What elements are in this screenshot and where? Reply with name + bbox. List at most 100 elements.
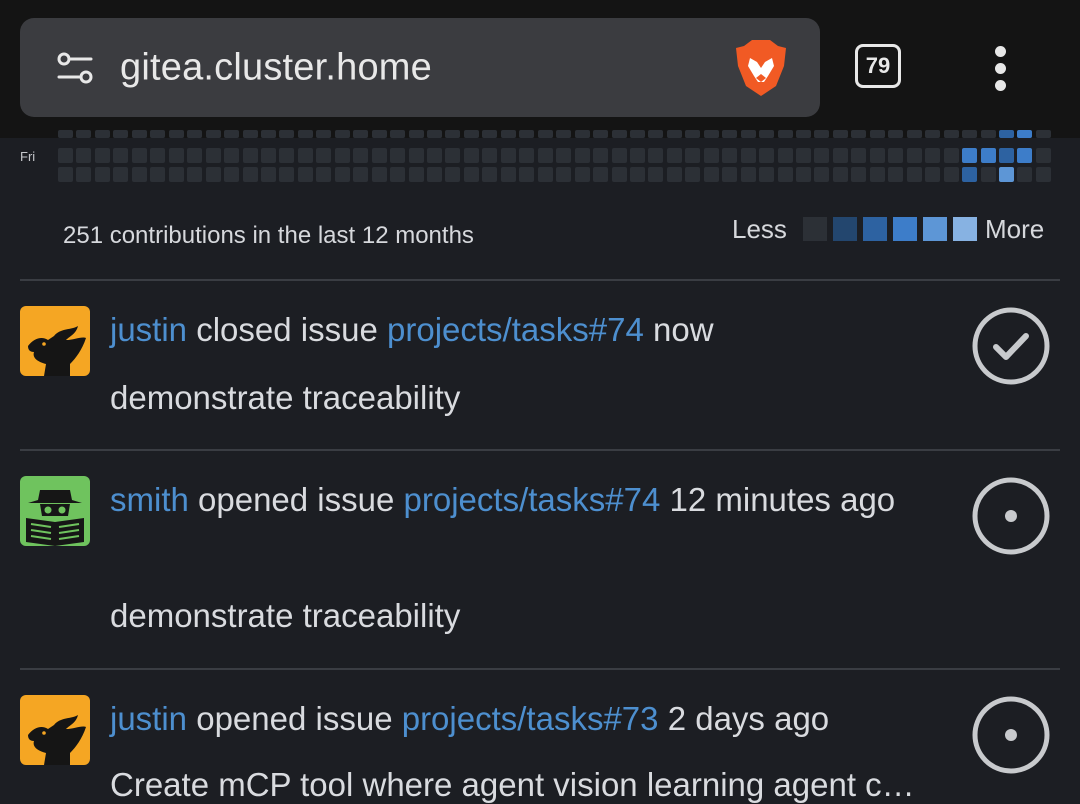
heatmap-cell[interactable] [297,148,313,163]
heatmap-cell[interactable] [796,148,811,163]
heatmap-cell[interactable] [131,148,147,163]
heatmap-cell[interactable] [408,130,424,138]
heatmap-cell[interactable] [76,167,92,182]
heatmap-cell[interactable] [814,130,830,138]
heatmap-cell[interactable] [796,167,811,182]
feed-issue-link[interactable]: projects/tasks#74 [387,311,644,348]
heatmap-cell[interactable] [777,130,793,138]
feed-user-link[interactable]: smith [110,481,189,518]
heatmap-cell[interactable] [888,167,904,182]
heatmap-cell[interactable] [316,167,332,182]
heatmap-cell[interactable] [574,167,590,182]
heatmap-cell[interactable] [906,130,922,138]
heatmap-cell[interactable] [1017,130,1033,138]
heatmap-cell[interactable] [1035,167,1051,182]
feed-item-description[interactable]: Create mCP tool where agent vision learn… [110,766,915,804]
heatmap-cell[interactable] [851,167,867,182]
heatmap-cell[interactable] [445,167,461,182]
heatmap-cell[interactable] [648,148,664,163]
heatmap-cell[interactable] [574,130,590,138]
heatmap-cell[interactable] [279,130,295,138]
heatmap-cell[interactable] [205,167,221,182]
heatmap-cell[interactable] [519,167,535,182]
heatmap-cell[interactable] [334,167,350,182]
heatmap-cell[interactable] [58,130,73,138]
heatmap-cell[interactable] [58,148,73,163]
heatmap-cell[interactable] [666,130,682,138]
heatmap-cell[interactable] [260,167,276,182]
user-avatar-smith[interactable] [20,476,90,546]
heatmap-cell[interactable] [150,167,166,182]
heatmap-cell[interactable] [629,130,645,138]
heatmap-cell[interactable] [869,130,885,138]
heatmap-cell[interactable] [463,167,479,182]
heatmap-cell[interactable] [980,167,996,182]
heatmap-cell[interactable] [408,148,424,163]
heatmap-cell[interactable] [925,148,941,163]
heatmap-cell[interactable] [832,148,848,163]
heatmap-cell[interactable] [851,130,867,138]
heatmap-cell[interactable] [1017,148,1033,163]
heatmap-cell[interactable] [980,130,996,138]
heatmap-cell[interactable] [427,130,442,138]
heatmap-cell[interactable] [76,148,92,163]
heatmap-cell[interactable] [260,148,276,163]
heatmap-cell[interactable] [445,148,461,163]
heatmap-cell[interactable] [888,130,904,138]
heatmap-cell[interactable] [759,167,775,182]
heatmap-cell[interactable] [962,167,978,182]
heatmap-cell[interactable] [685,167,701,182]
heatmap-cell[interactable] [851,148,867,163]
heatmap-cell[interactable] [648,167,664,182]
heatmap-cell[interactable] [1017,167,1033,182]
heatmap-cell[interactable] [94,130,110,138]
heatmap-cell[interactable] [648,130,664,138]
heatmap-cell[interactable] [131,167,147,182]
heatmap-cell[interactable] [334,130,350,138]
heatmap-cell[interactable] [187,130,203,138]
heatmap-cell[interactable] [187,148,203,163]
heatmap-cell[interactable] [740,130,756,138]
heatmap-cell[interactable] [113,167,129,182]
heatmap-cell[interactable] [242,148,258,163]
heatmap-cell[interactable] [279,167,295,182]
heatmap-cell[interactable] [500,167,516,182]
heatmap-cell[interactable] [832,167,848,182]
url-text[interactable]: gitea.cluster.home [120,47,432,90]
heatmap-cell[interactable] [777,167,793,182]
heatmap-cell[interactable] [998,130,1014,138]
heatmap-cell[interactable] [925,130,941,138]
heatmap-cell[interactable] [390,167,406,182]
heatmap-cell[interactable] [390,130,406,138]
heatmap-cell[interactable] [113,130,129,138]
heatmap-cell[interactable] [500,148,516,163]
heatmap-cell[interactable] [427,148,442,163]
heatmap-cell[interactable] [685,130,701,138]
heatmap-cell[interactable] [371,148,387,163]
heatmap-cell[interactable] [279,148,295,163]
heatmap-cell[interactable] [906,148,922,163]
heatmap-cell[interactable] [759,130,775,138]
heatmap-cell[interactable] [537,167,553,182]
heatmap-cell[interactable] [980,148,996,163]
heatmap-cell[interactable] [962,130,978,138]
feed-issue-link[interactable]: projects/tasks#73 [402,700,659,737]
heatmap-cell[interactable] [629,167,645,182]
heatmap-cell[interactable] [722,130,738,138]
heatmap-cell[interactable] [556,130,572,138]
tab-switcher-button[interactable]: 79 [855,44,901,88]
heatmap-cell[interactable] [390,148,406,163]
heatmap-cell[interactable] [611,130,627,138]
heatmap-cell[interactable] [482,130,498,138]
heatmap-cell[interactable] [482,148,498,163]
brave-lion-icon[interactable] [732,38,790,98]
heatmap-cell[interactable] [906,167,922,182]
heatmap-cell[interactable] [556,167,572,182]
heatmap-cell[interactable] [556,148,572,163]
heatmap-cell[interactable] [224,148,240,163]
heatmap-cell[interactable] [888,148,904,163]
heatmap-cell[interactable] [962,148,978,163]
heatmap-cell[interactable] [593,167,609,182]
overflow-menu-icon[interactable] [990,46,1010,92]
heatmap-cell[interactable] [666,148,682,163]
